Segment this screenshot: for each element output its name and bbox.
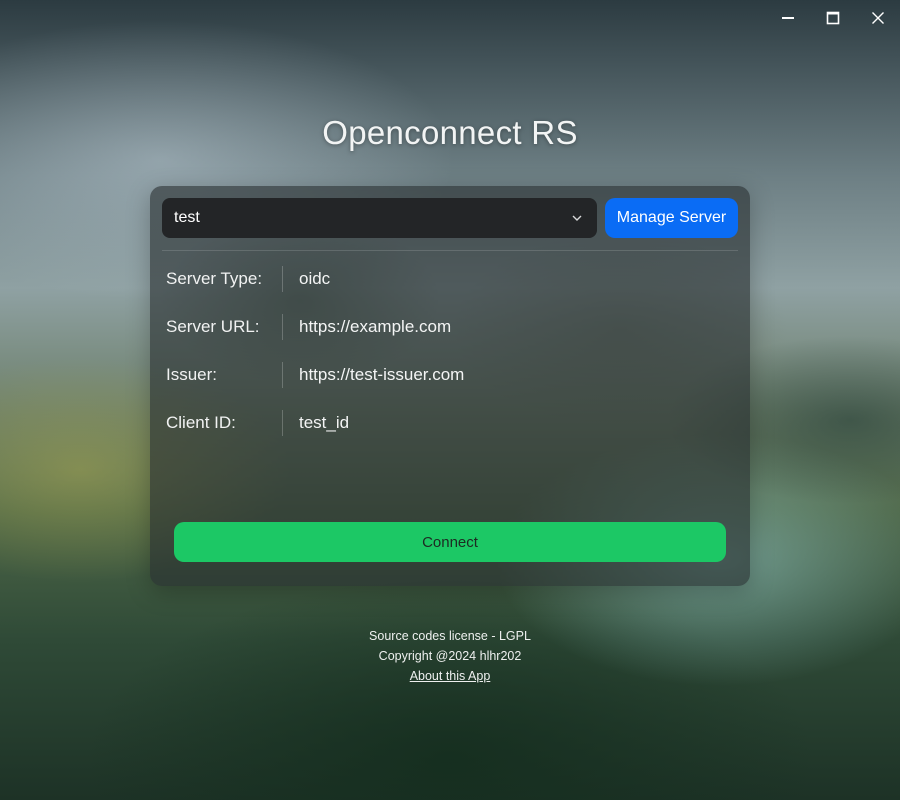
server-select-value: test [174, 209, 200, 226]
detail-separator [282, 314, 283, 340]
manage-server-button[interactable]: Manage Server [605, 198, 738, 238]
about-app-link[interactable]: About this App [410, 669, 491, 683]
minimize-icon [781, 17, 794, 19]
window-controls [765, 0, 900, 36]
minimize-button[interactable] [765, 0, 810, 36]
close-icon [871, 12, 884, 24]
footer: Source codes license - LGPL Copyright @2… [0, 626, 900, 686]
detail-row-server-type: Server Type: oidc [150, 266, 750, 292]
chevron-down-icon [572, 215, 582, 221]
detail-value: test_id [299, 413, 350, 432]
server-card: test Manage Server Server Type: oidc Ser… [150, 186, 750, 586]
copyright-text: Copyright @2024 hlhr202 [378, 649, 522, 663]
maximize-icon [826, 11, 839, 25]
detail-value: oidc [299, 269, 331, 288]
detail-label: Issuer: [166, 365, 218, 384]
detail-label: Client ID: [166, 413, 236, 432]
detail-separator [282, 410, 283, 436]
maximize-button[interactable] [810, 0, 855, 36]
detail-separator [282, 362, 283, 388]
app-title: Openconnect RS [322, 114, 578, 151]
detail-label: Server Type: [166, 269, 263, 288]
detail-value: https://test-issuer.com [299, 365, 465, 384]
app-window: Openconnect RS test Manage Server Server… [0, 0, 900, 800]
close-button[interactable] [855, 0, 900, 36]
detail-value: https://example.com [299, 317, 452, 336]
detail-row-issuer: Issuer: https://test-issuer.com [150, 362, 750, 388]
detail-row-server-url: Server URL: https://example.com [150, 314, 750, 340]
license-text: Source codes license - LGPL [369, 629, 531, 643]
detail-label: Server URL: [166, 317, 260, 336]
server-select[interactable]: test [162, 198, 597, 238]
detail-row-client-id: Client ID: test_id [150, 410, 750, 436]
connect-button[interactable]: Connect [174, 522, 726, 562]
card-divider [162, 250, 738, 251]
detail-separator [282, 266, 283, 292]
